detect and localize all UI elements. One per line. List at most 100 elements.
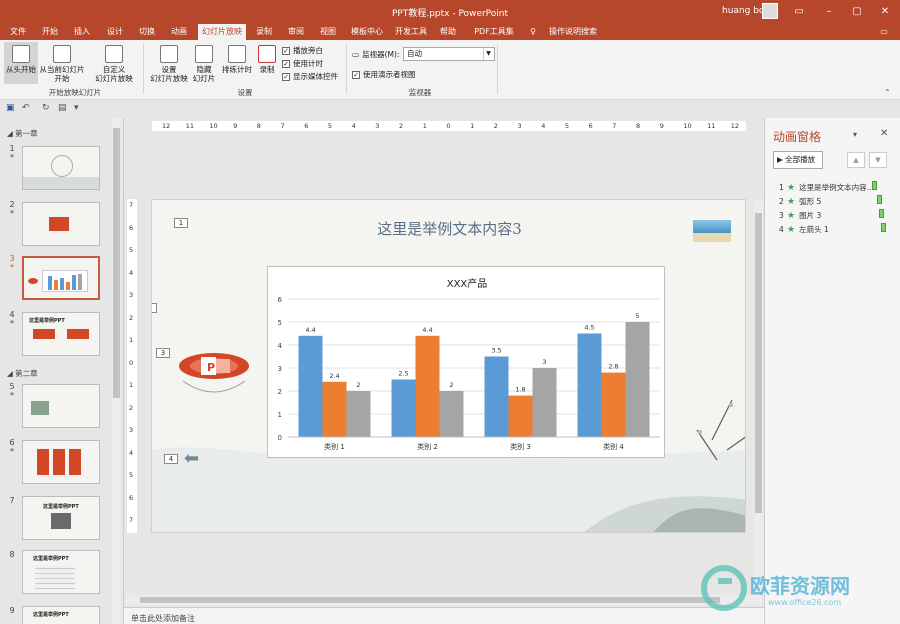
site-watermark: 欧菲资源网 www.office26.com	[700, 562, 900, 622]
from-beginning-button[interactable]: 从头开始	[4, 42, 38, 84]
move-down-button[interactable]: ▼	[869, 152, 887, 168]
tab-home[interactable]: 开始	[38, 24, 62, 40]
tab-pdf-tools[interactable]: PDF工具集	[470, 24, 518, 40]
hide-slide-button[interactable]: 隐藏 幻灯片	[190, 42, 218, 84]
slide-title[interactable]: 这里是举例文本内容3	[152, 218, 745, 239]
star-icon: ★	[787, 224, 796, 235]
tab-template-center[interactable]: 模板中心	[348, 24, 386, 40]
slide-thumbnail-4[interactable]: 这里是举例PPT	[22, 312, 100, 356]
section-header[interactable]: ◢ 第一章	[7, 128, 38, 139]
timing-bar[interactable]	[881, 223, 886, 232]
tell-me-search[interactable]: 操作说明搜索	[542, 24, 604, 40]
record-button[interactable]: 录制	[256, 42, 278, 84]
ruler-tick-label: 3	[375, 122, 380, 130]
ruler-tick-label: 3	[129, 291, 134, 299]
play-all-button[interactable]: ▶ 全部播放	[773, 151, 823, 169]
slide-vertical-scrollbar[interactable]	[754, 199, 763, 589]
ruler-tick-label: 4	[129, 268, 134, 277]
tab-design[interactable]: 设计	[103, 24, 127, 40]
slide-thumbnail-6[interactable]	[22, 440, 100, 484]
animation-tag[interactable]: 3	[156, 348, 170, 358]
section-header[interactable]: ◢ 第二章	[7, 368, 38, 379]
animation-tag[interactable]: 2	[152, 303, 157, 313]
group-divider	[497, 44, 498, 94]
tab-help[interactable]: 帮助	[436, 24, 460, 40]
close-icon[interactable]: ✕	[880, 128, 888, 139]
minimize-icon[interactable]: –	[814, 0, 844, 24]
data-label: 2	[449, 381, 453, 389]
comment-icon[interactable]: ▭	[876, 24, 892, 40]
y-tick-label: 4	[278, 342, 283, 350]
chart[interactable]: XXX产品 0 1 2 3 4 5 6 4.4 2.4 2 类别 1 2.5 4.4 2 类别 2 3.5 1.…	[267, 266, 665, 458]
scrollbar-thumb[interactable]	[113, 128, 120, 398]
from-current-button[interactable]: 从当前幻灯片 开始	[38, 42, 86, 84]
beach-picture[interactable]	[693, 220, 731, 242]
y-tick-label: 0	[278, 434, 282, 442]
scrollbar-thumb[interactable]	[140, 597, 720, 603]
y-tick-label: 1	[278, 411, 282, 419]
collapse-ribbon-icon[interactable]: ⌃	[884, 88, 891, 97]
slide-thumbnail-2[interactable]	[22, 202, 100, 246]
animation-item[interactable]: 4 ★ 左箭头 1	[779, 224, 829, 235]
customize-qat-icon[interactable]: ▾	[74, 103, 79, 113]
slide-thumbnail-5[interactable]	[22, 384, 100, 428]
animation-item[interactable]: 2 ★ 弧形 5	[779, 196, 821, 207]
user-name[interactable]: huang bo	[722, 6, 764, 16]
custom-slideshow-button[interactable]: 自定义 幻灯片放映	[90, 42, 138, 84]
avatar[interactable]	[762, 3, 778, 19]
ribbon-display-icon[interactable]: ▭	[784, 0, 814, 24]
rehearse-timings-button[interactable]: 排练计时	[219, 42, 255, 84]
notes-pane[interactable]: 单击此处添加备注	[124, 607, 764, 624]
timing-checkbox[interactable]: ✓ 使用计时	[282, 58, 323, 69]
tab-slideshow[interactable]: 幻灯片放映	[198, 24, 246, 40]
close-icon[interactable]: ✕	[870, 0, 900, 24]
slide-thumbnail-3[interactable]	[22, 256, 100, 300]
tab-file[interactable]: 文件	[6, 24, 30, 40]
slide-thumbnail-1[interactable]	[22, 146, 100, 190]
timing-bar[interactable]	[877, 195, 882, 204]
y-tick-label: 2	[278, 388, 282, 396]
ruler-tick-label: 8	[636, 122, 641, 130]
tab-view[interactable]: 视图	[316, 24, 340, 40]
animation-tag[interactable]: 4	[164, 454, 178, 464]
redo-icon[interactable]: ↻	[42, 103, 50, 113]
x-tick-label: 类别 4	[603, 442, 624, 451]
slide-thumbnail-8[interactable]: 这里是举例PPT	[22, 550, 100, 594]
ruler-tick-label: 10	[683, 122, 692, 130]
save-icon[interactable]: ▣	[6, 103, 15, 113]
animation-item[interactable]: 1 ★ 这里是举例文本内容...	[779, 182, 874, 193]
tab-developer[interactable]: 开发工具	[392, 24, 430, 40]
timing-bar[interactable]	[879, 209, 884, 218]
narration-checkbox[interactable]: ✓ 播放旁白	[282, 45, 323, 56]
play-icon: ▶	[777, 155, 783, 164]
left-arrow-icon[interactable]: ⬅	[184, 450, 199, 468]
presenter-view-checkbox[interactable]: ✓ 使用演示者视图	[352, 69, 416, 80]
move-up-button[interactable]: ▲	[847, 152, 865, 168]
title-bar: PPT教程.pptx - PowerPoint huang bo ▭ – ▢ ✕	[0, 0, 900, 24]
data-label: 4.4	[422, 326, 432, 334]
from-start-icon[interactable]: ▤	[58, 103, 67, 113]
animation-tag[interactable]: 1	[174, 218, 188, 228]
tab-review[interactable]: 审阅	[284, 24, 308, 40]
tab-insert[interactable]: 插入	[70, 24, 94, 40]
record-icon	[258, 45, 276, 63]
maximize-icon[interactable]: ▢	[842, 0, 872, 24]
tab-animations[interactable]: 动画	[167, 24, 191, 40]
animation-item[interactable]: 3 ★ 图片 3	[779, 210, 821, 221]
chevron-down-icon[interactable]: ▾	[853, 130, 857, 139]
slide-canvas[interactable]: 这里是举例文本内容3 1 2 3 4 P ⬅ XXX产品 01234564.42…	[151, 199, 746, 533]
setup-slideshow-button[interactable]: 设置 幻灯片放映	[148, 42, 190, 84]
data-label: 2.5	[398, 370, 408, 378]
slide-thumbnail-7[interactable]: 这里是举例PPT	[22, 496, 100, 540]
tab-transitions[interactable]: 切换	[135, 24, 159, 40]
scrollbar-thumb[interactable]	[755, 213, 762, 513]
thumbnails-scrollbar[interactable]	[112, 118, 121, 624]
tab-record[interactable]: 录制	[252, 24, 276, 40]
timing-bar[interactable]	[872, 181, 877, 190]
media-controls-checkbox[interactable]: ✓ 显示媒体控件	[282, 71, 338, 82]
monitor-select[interactable]: 自动 ▼	[403, 47, 495, 61]
slide-horizontal-scrollbar[interactable]	[126, 595, 762, 605]
undo-icon[interactable]: ↶	[22, 103, 30, 113]
hide-slide-icon	[195, 45, 213, 63]
slide-thumbnail-9[interactable]: 这里是举例PPT	[22, 606, 100, 624]
